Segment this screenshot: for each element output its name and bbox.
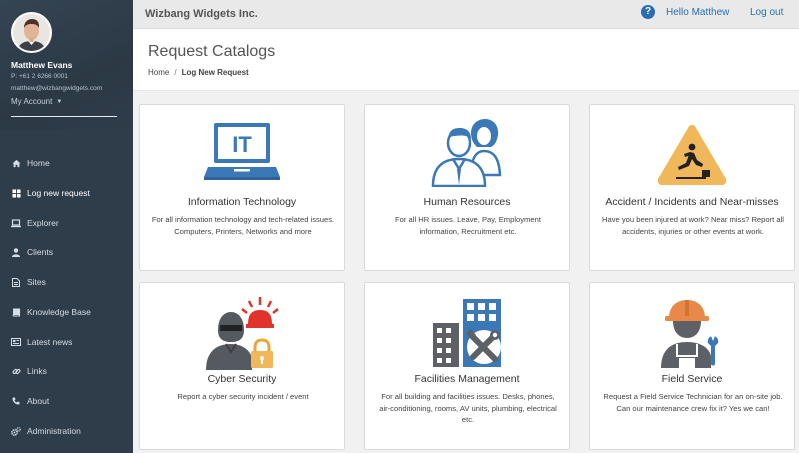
grid-icon: [11, 188, 21, 198]
catalog-card-accident-incidents[interactable]: Accident / Incidents and Near-misses Hav…: [589, 104, 795, 271]
sidebar-item-home[interactable]: Home: [0, 150, 133, 176]
catalog-description: For all HR issues. Leave, Pay, Employmen…: [395, 215, 541, 236]
people-icon: [365, 119, 569, 187]
my-account-dropdown[interactable]: My Account ▼: [11, 97, 62, 106]
catalog-description: Request a Field Service Technician for a…: [603, 392, 783, 413]
catalog-title: Information Technology: [187, 196, 297, 208]
sidebar-item-links[interactable]: Links: [0, 358, 133, 384]
page-header: Request Catalogs Home / Log New Request: [133, 29, 799, 91]
hello-user-link[interactable]: Hello Matthew: [666, 7, 729, 18]
sidebar: Matthew Evans P: +61 2 6266 0001 matthew…: [0, 0, 133, 453]
technician-icon: [590, 296, 794, 368]
top-bar: Wizbang Widgets Inc. ? Hello Matthew Log…: [133, 0, 799, 29]
book-icon: [11, 307, 21, 317]
sidebar-item-administration[interactable]: Administration: [0, 418, 133, 444]
sidebar-item-latest-news[interactable]: Latest news: [0, 329, 133, 355]
svg-text:IT: IT: [232, 132, 252, 157]
building-tools-icon: [365, 297, 569, 369]
home-icon: [11, 158, 21, 168]
catalog-title: Human Resources: [423, 196, 511, 208]
breadcrumb-separator: /: [174, 68, 177, 77]
help-icon[interactable]: ?: [641, 5, 655, 19]
user-email: matthew@wizbangwidgets.com: [11, 85, 103, 92]
sidebar-item-label: Links: [27, 366, 47, 376]
breadcrumb-home[interactable]: Home: [148, 68, 169, 77]
sidebar-item-label: Administration: [27, 426, 81, 436]
gears-icon: [11, 426, 21, 436]
sidebar-item-knowledge-base[interactable]: Knowledge Base: [0, 299, 133, 325]
breadcrumb-current: Log New Request: [181, 68, 249, 77]
company-name: Wizbang Widgets Inc.: [145, 8, 258, 20]
avatar[interactable]: [11, 12, 52, 53]
laptop-icon: [11, 218, 21, 228]
sidebar-item-label: Knowledge Base: [27, 307, 91, 317]
sidebar-item-log-new-request[interactable]: Log new request: [0, 180, 133, 206]
hacker-alarm-icon: [140, 294, 344, 370]
sidebar-item-label: About: [27, 396, 50, 406]
catalog-description: Have you been injured at work? Near miss…: [602, 215, 784, 236]
phone-icon: [11, 396, 21, 406]
user-phone: P: +61 2 6266 0001: [11, 73, 68, 80]
sidebar-item-label: Latest news: [27, 337, 73, 347]
my-account-label: My Account: [11, 97, 53, 106]
file-icon: [11, 277, 21, 287]
sidebar-item-about[interactable]: About: [0, 388, 133, 414]
catalog-card-cyber-security[interactable]: Cyber Security Report a cyber security i…: [139, 282, 345, 450]
laptop-it-icon: IT: [140, 121, 344, 183]
sidebar-item-label: Explorer: [27, 218, 59, 228]
catalog-title: Cyber Security: [207, 373, 277, 385]
warning-fall-icon: [590, 123, 794, 187]
catalog-card-facilities-management[interactable]: Facilities Management For all building a…: [364, 282, 570, 450]
catalog-card-field-service[interactable]: Field Service Request a Field Service Te…: [589, 282, 795, 450]
page-title: Request Catalogs: [148, 43, 276, 60]
sidebar-item-label: Clients: [27, 247, 53, 257]
sidebar-item-sites[interactable]: Sites: [0, 269, 133, 295]
catalog-card-information-technology[interactable]: IT Information Technology For all inform…: [139, 104, 345, 271]
logout-link[interactable]: Log out: [750, 7, 783, 18]
catalog-title: Accident / Incidents and Near-misses: [605, 196, 779, 208]
link-icon: [11, 366, 21, 376]
catalog-card-human-resources[interactable]: Human Resources For all HR issues. Leave…: [364, 104, 570, 271]
caret-down-icon: ▼: [56, 99, 63, 105]
sidebar-item-clients[interactable]: Clients: [0, 239, 133, 265]
catalog-description: For all building and facilities issues. …: [379, 392, 557, 424]
catalog-title: Field Service: [661, 373, 723, 385]
sidebar-item-label: Log new request: [27, 188, 90, 198]
sidebar-item-explorer[interactable]: Explorer: [0, 210, 133, 236]
sidebar-item-label: Home: [27, 158, 50, 168]
profile-panel: Matthew Evans P: +61 2 6266 0001 matthew…: [0, 0, 133, 130]
newspaper-icon: [11, 337, 21, 347]
breadcrumb: Home / Log New Request: [148, 68, 249, 77]
catalog-description: For all information technology and tech-…: [151, 215, 335, 236]
catalog-description: Report a cyber security incident / event: [177, 392, 309, 401]
user-name: Matthew Evans: [11, 60, 73, 70]
profile-divider: [11, 116, 117, 117]
user-icon: [11, 247, 21, 257]
catalog-title: Facilities Management: [414, 373, 520, 385]
sidebar-item-label: Sites: [27, 277, 46, 287]
